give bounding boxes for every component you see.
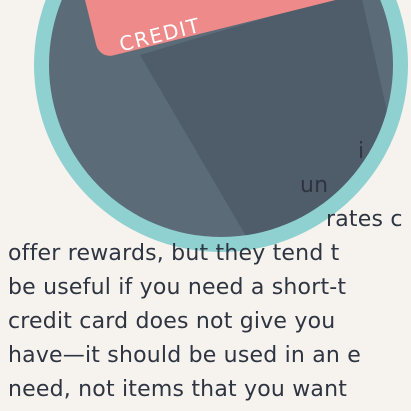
article-line-4: have—it should be used in an e [8,343,361,368]
article-wrap-line-1: i [358,139,365,164]
article-line-1: offer rewards, but they tend t [8,241,340,266]
article-line-3: credit card does not give you [8,309,336,334]
article-wrap-line-2: un [300,173,329,198]
article-wrap-line-3: rates c [326,207,403,232]
article-line-2: be useful if you need a short-t [8,275,347,300]
article-line-5: need, not items that you want [8,377,348,402]
